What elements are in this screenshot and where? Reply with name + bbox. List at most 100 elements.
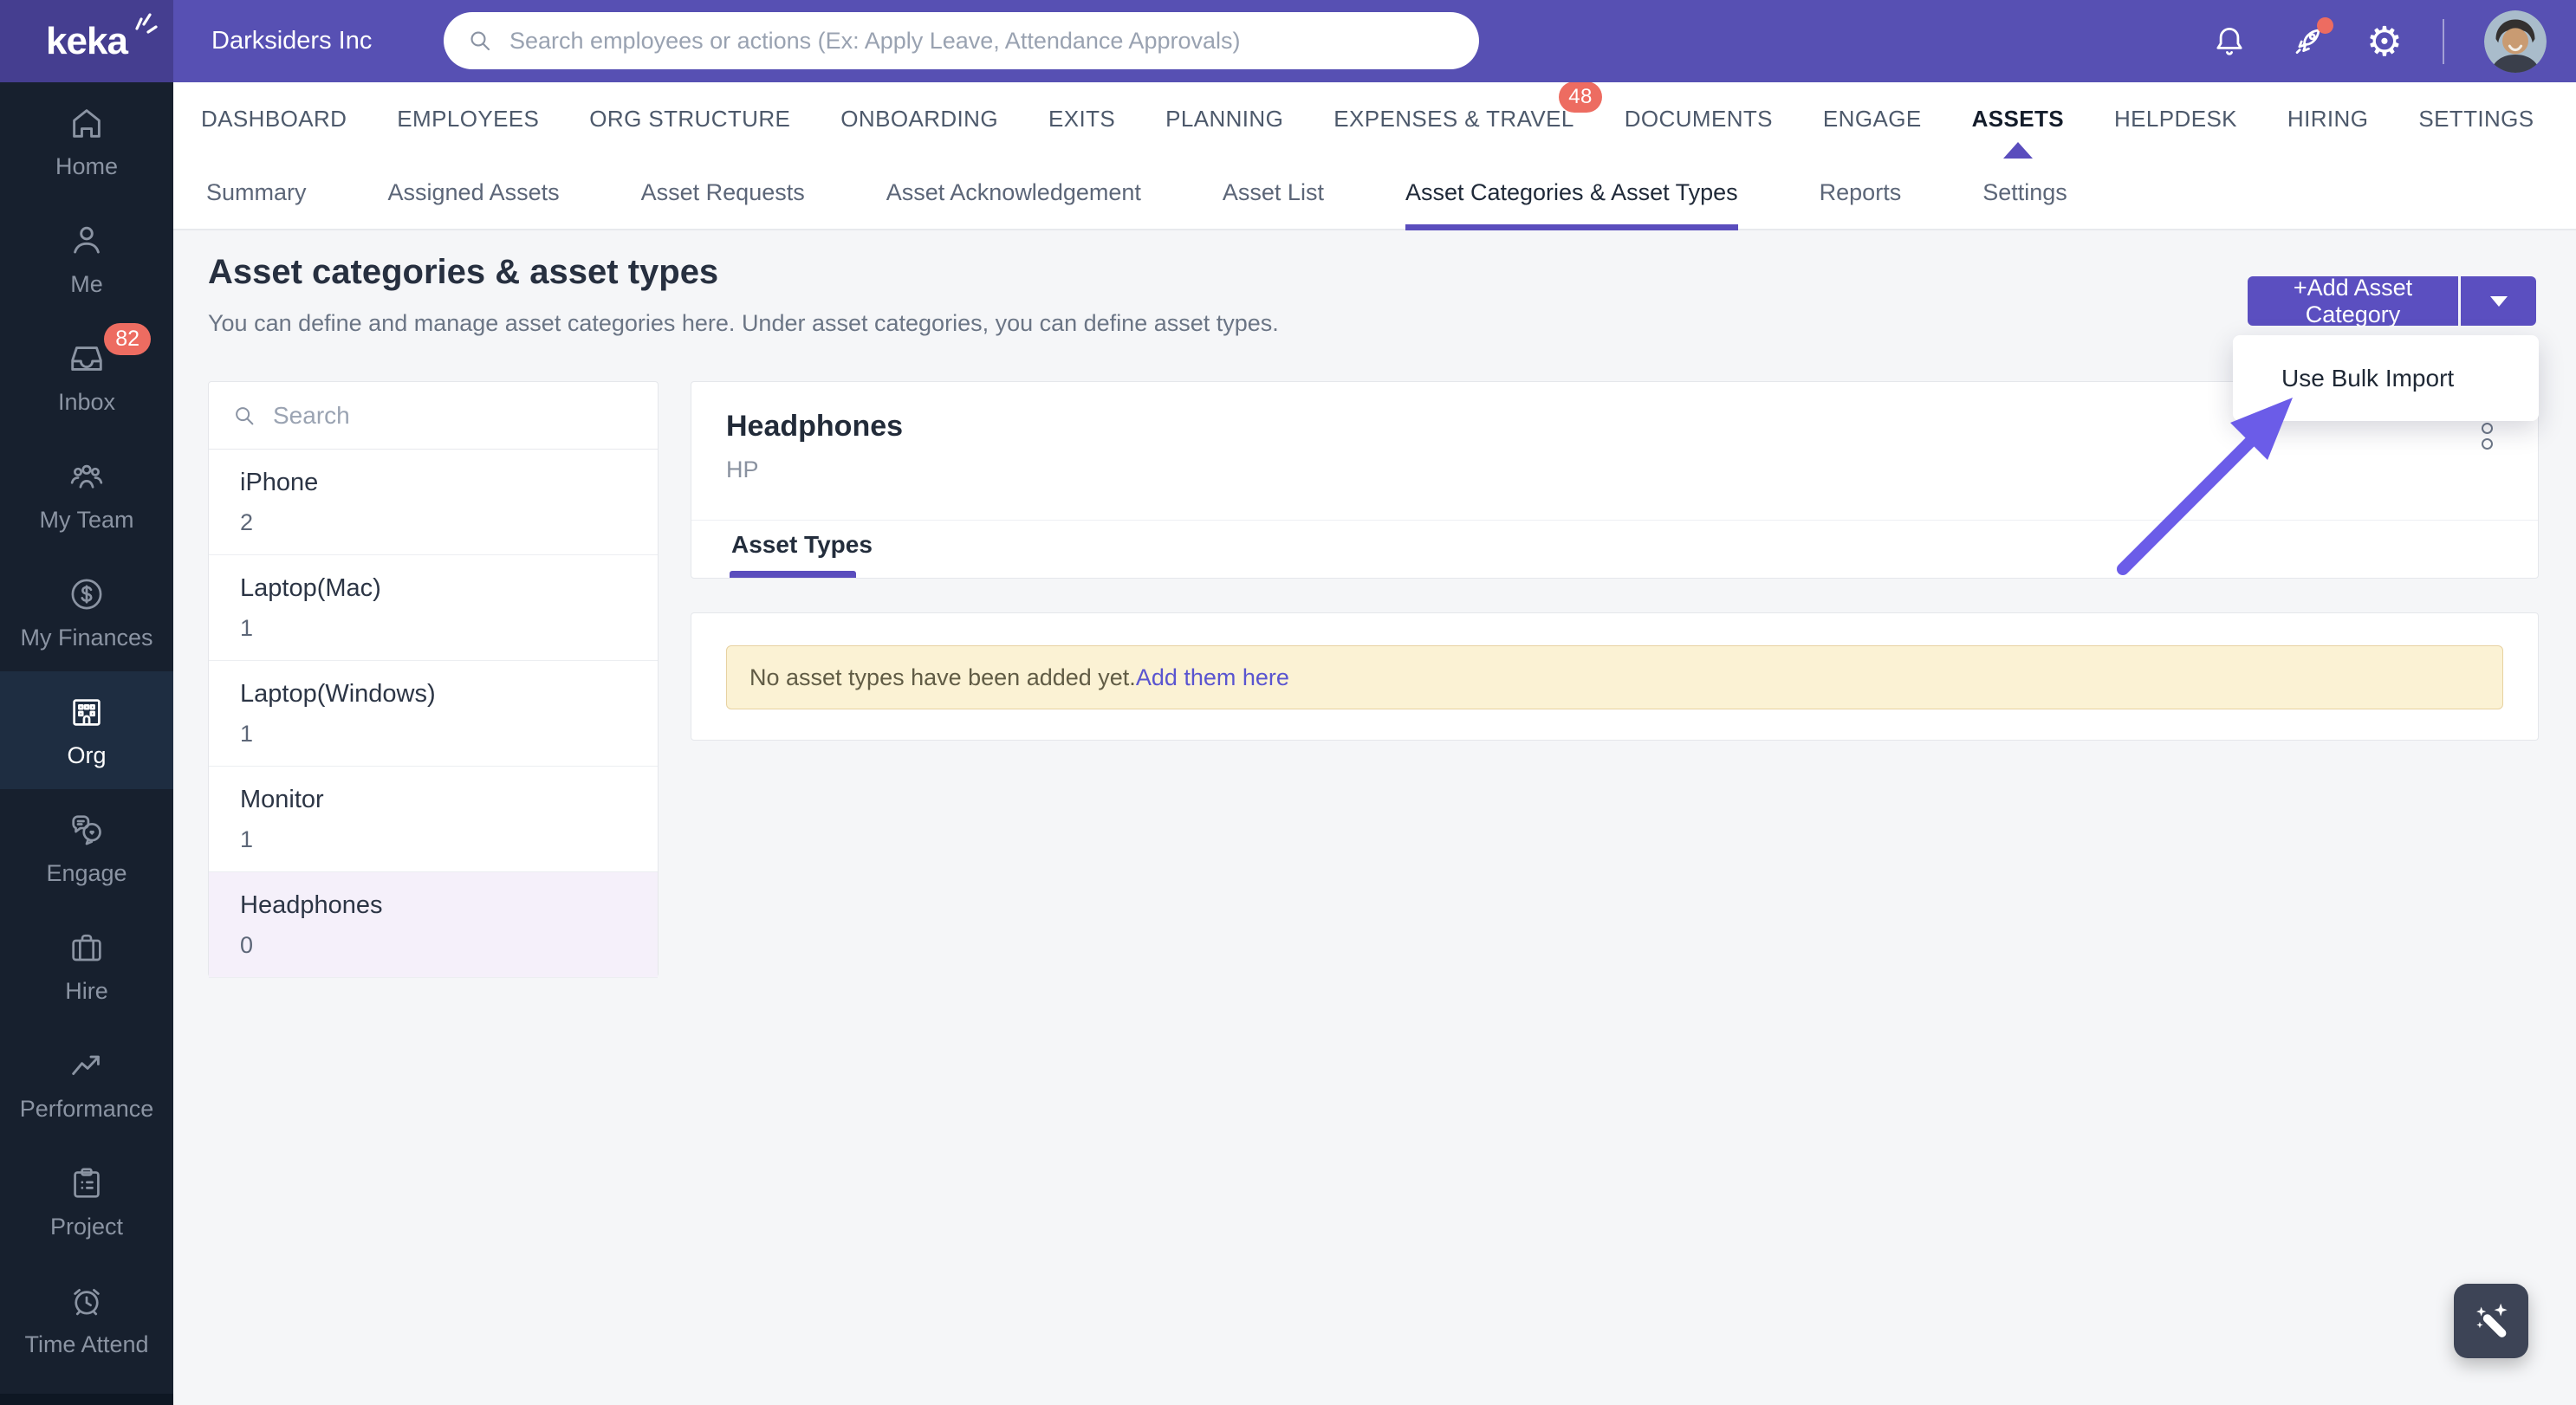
category-name: iPhone: [240, 469, 319, 496]
engage-chat-icon: [67, 810, 107, 850]
nav-hiring[interactable]: HIRING: [2287, 106, 2368, 133]
nav-expenses-travel[interactable]: EXPENSES & TRAVEL 48: [1333, 81, 1602, 133]
sidebar-item-project[interactable]: Project: [0, 1143, 173, 1260]
sidebar-item-label: Home: [55, 152, 119, 179]
sidebar-item-performance[interactable]: Performance: [0, 1025, 173, 1143]
subnav-summary[interactable]: Summary: [206, 156, 307, 229]
category-count: 2: [240, 509, 254, 535]
magic-wand-icon: [2476, 1303, 2508, 1337]
nav-employees[interactable]: EMPLOYEES: [397, 106, 539, 133]
sidebar-item-home[interactable]: Home: [0, 82, 173, 200]
nav-assets[interactable]: ASSETS: [1972, 106, 2064, 133]
category-row-monitor[interactable]: Monitor 1: [209, 767, 658, 872]
global-search[interactable]: [444, 12, 1479, 69]
tab-asset-types[interactable]: Asset Types: [731, 531, 873, 559]
asset-types-content-card: No asset types have been added yet. Add t…: [691, 612, 2539, 741]
sidebar-item-org[interactable]: Org: [0, 671, 173, 789]
ai-assistant-fab[interactable]: [2454, 1284, 2528, 1358]
nav-settings[interactable]: SETTINGS: [2418, 106, 2534, 133]
search-icon: [236, 406, 254, 424]
sidebar-scroll-notch: [0, 1394, 173, 1405]
nav-engage[interactable]: ENGAGE: [1823, 106, 1922, 133]
team-icon: [67, 456, 107, 496]
category-name: Monitor: [240, 786, 324, 813]
sidebar-item-inbox[interactable]: 82 Inbox: [0, 318, 173, 436]
logo-spark-icon: [135, 13, 158, 34]
sidebar-item-me[interactable]: Me: [0, 200, 173, 318]
expenses-count-badge: 48: [1559, 81, 1602, 113]
search-icon: [470, 31, 490, 51]
sidebar-item-label: Hire: [65, 977, 108, 1004]
category-row-iphone[interactable]: iPhone 2: [209, 450, 658, 555]
subnav-settings[interactable]: Settings: [1982, 156, 2067, 229]
org-building-icon: [67, 692, 107, 732]
add-them-here-link[interactable]: Add them here: [1136, 664, 1289, 691]
category-count: 1: [240, 721, 254, 747]
kebab-dot: [2482, 423, 2493, 434]
sidebar-item-label: Project: [49, 1213, 124, 1240]
category-count: 1: [240, 615, 254, 641]
sidebar-item-hire[interactable]: Hire: [0, 907, 173, 1025]
category-name: Laptop(Windows): [240, 680, 436, 708]
user-avatar[interactable]: [2484, 10, 2547, 73]
page-description: You can define and manage asset categori…: [208, 310, 1279, 336]
sidebar-item-time-attend[interactable]: Time Attend: [0, 1260, 173, 1378]
notifications-bell-icon[interactable]: [2210, 23, 2248, 61]
caret-down-icon: [2489, 295, 2508, 307]
sidebar-item-engage[interactable]: Engage: [0, 789, 173, 907]
home-icon: [67, 103, 107, 143]
nav-helpdesk[interactable]: HELPDESK: [2114, 106, 2237, 133]
sidebar-item-label: Time Attend: [24, 1331, 149, 1357]
subnav-asset-requests[interactable]: Asset Requests: [641, 156, 805, 229]
sidebar-item-label: My Team: [39, 506, 134, 533]
trend-arrow-icon: [67, 1046, 107, 1085]
category-row-laptop-windows[interactable]: Laptop(Windows) 1: [209, 661, 658, 767]
category-detail-title: Headphones: [726, 410, 904, 443]
nav-exits[interactable]: EXITS: [1048, 106, 1115, 133]
add-asset-category-button[interactable]: +Add Asset Category: [2248, 275, 2458, 327]
category-name: Laptop(Mac): [240, 574, 381, 602]
nav-onboarding[interactable]: ONBOARDING: [840, 106, 998, 133]
nav-documents[interactable]: DOCUMENTS: [1625, 106, 1773, 133]
whats-new-rocket-icon[interactable]: [2288, 16, 2333, 61]
category-detail-subtitle: HP: [726, 456, 759, 482]
global-search-input[interactable]: [508, 26, 1457, 55]
kebab-dot: [2482, 438, 2493, 450]
settings-gear-icon[interactable]: ⚙: [2366, 21, 2403, 62]
category-row-laptop-mac[interactable]: Laptop(Mac) 1: [209, 555, 658, 661]
subnav-asset-acknowledgement[interactable]: Asset Acknowledgement: [886, 156, 1141, 229]
header-actions: ⚙: [2210, 10, 2547, 73]
briefcase-icon: [67, 928, 107, 968]
menu-item-use-bulk-import[interactable]: Use Bulk Import: [2233, 365, 2454, 392]
category-list-panel: iPhone 2 Laptop(Mac) 1 Laptop(Windows) 1…: [208, 381, 659, 978]
subnav-asset-list[interactable]: Asset List: [1223, 156, 1324, 229]
nav-dashboard[interactable]: DASHBOARD: [201, 106, 347, 133]
empty-state-message: No asset types have been added yet.: [749, 664, 1136, 690]
sidebar-item-my-team[interactable]: My Team: [0, 436, 173, 554]
keka-logo[interactable]: keka: [0, 0, 173, 82]
add-asset-category-dropdown-toggle[interactable]: [2461, 276, 2536, 326]
sidebar-item-label: My Finances: [20, 624, 153, 651]
inbox-count-badge: 82: [104, 323, 151, 355]
category-row-headphones[interactable]: Headphones 0: [209, 872, 658, 978]
subnav-reports[interactable]: Reports: [1820, 156, 1902, 229]
sidebar-item-label: Engage: [46, 859, 127, 886]
dollar-circle-icon: [67, 574, 107, 614]
nav-planning[interactable]: PLANNING: [1165, 106, 1283, 133]
sidebar-item-label: Inbox: [57, 388, 116, 415]
add-asset-category-menu: Use Bulk Import: [2233, 335, 2539, 421]
keka-app: keka Home Me 82 Inbox My Team My Finance…: [0, 0, 2576, 1405]
subnav-asset-categories-types[interactable]: Asset Categories & Asset Types: [1405, 156, 1738, 230]
top-header: Darksiders Inc ⚙: [173, 0, 2576, 82]
sidebar: keka Home Me 82 Inbox My Team My Finance…: [0, 0, 173, 1405]
sidebar-item-label: Performance: [19, 1095, 154, 1122]
company-name: Darksiders Inc: [211, 27, 373, 55]
subnav-assigned-assets[interactable]: Assigned Assets: [388, 156, 560, 229]
sidebar-item-my-finances[interactable]: My Finances: [0, 554, 173, 671]
category-search-input[interactable]: [271, 400, 635, 431]
category-search[interactable]: [209, 382, 658, 450]
page-title: Asset categories & asset types: [208, 253, 719, 291]
sidebar-item-label: Org: [67, 741, 107, 768]
nav-org-structure[interactable]: ORG STRUCTURE: [589, 106, 790, 133]
empty-state-banner: No asset types have been added yet. Add t…: [726, 645, 2503, 709]
